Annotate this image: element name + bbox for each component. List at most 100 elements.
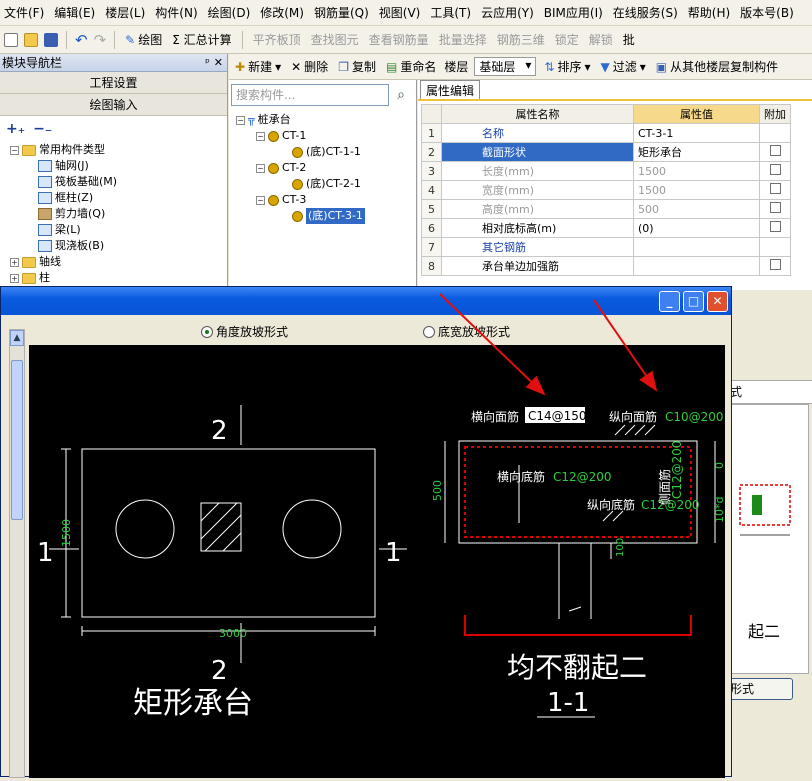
filter-button[interactable]: ▼ 过滤 ▾: [599, 57, 648, 76]
property-value[interactable]: [633, 237, 760, 257]
extra-checkbox[interactable]: [769, 164, 781, 175]
menu-file[interactable]: 文件(F): [4, 4, 44, 21]
batch-select-button[interactable]: 批量选择: [437, 30, 489, 49]
sort-button[interactable]: ⇅ 排序 ▾: [542, 57, 592, 76]
table-row[interactable]: 1 名称 CT-3-1: [421, 123, 791, 143]
table-row[interactable]: 3 长度(mm) 1500: [421, 161, 791, 181]
delete-button[interactable]: ✕ 删除: [289, 57, 330, 76]
menu-bim[interactable]: BIM应用(I): [544, 4, 603, 21]
collapse-icon[interactable]: −: [236, 115, 245, 125]
floor-select[interactable]: 基础层 ▾: [474, 57, 537, 76]
draw-button[interactable]: ✎ 绘图: [123, 30, 164, 49]
radio-angle-slope[interactable]: [201, 325, 213, 338]
table-row[interactable]: 2 截面形状 矩形承台: [421, 142, 791, 162]
minimize-icon[interactable]: _: [659, 291, 680, 312]
open-folder-icon[interactable]: [24, 32, 38, 47]
tree-item-axis[interactable]: + 轴线: [10, 254, 227, 270]
lock-button[interactable]: 锁定: [553, 30, 581, 49]
extra-checkbox[interactable]: [769, 259, 781, 270]
tree-item-ct2[interactable]: − CT-2: [236, 160, 365, 176]
collapse-icon[interactable]: −: [256, 163, 265, 173]
property-value[interactable]: 500: [633, 199, 760, 219]
tree-item-ct1[interactable]: − CT-1: [236, 128, 365, 144]
tree-item-column[interactable]: 框柱(Z): [10, 190, 227, 206]
new-component-button[interactable]: ✚ 新建 ▾: [233, 57, 283, 76]
copy-from-floor-button[interactable]: ▣ 从其他楼层复制构件: [654, 57, 780, 76]
tree-item-ct2-1[interactable]: (底)CT-2-1: [236, 176, 365, 192]
menu-draw[interactable]: 绘图(D): [208, 4, 251, 21]
table-row[interactable]: 8 承台单边加强筋: [421, 256, 791, 276]
flat-top-button[interactable]: 平齐板顶: [251, 30, 303, 49]
menu-version[interactable]: 版本号(B): [740, 4, 794, 21]
tree-item-grid[interactable]: 轴网(J): [10, 158, 227, 174]
tree-item-pillar[interactable]: + 柱: [10, 270, 227, 286]
property-value[interactable]: 矩形承台: [633, 142, 760, 162]
tab-property-edit[interactable]: 属性编辑: [420, 80, 480, 100]
menu-view[interactable]: 视图(V): [379, 4, 421, 21]
collapse-icon[interactable]: −: [256, 131, 265, 141]
search-input[interactable]: 搜索构件...: [231, 84, 389, 106]
collapse-icon[interactable]: −: [256, 195, 265, 205]
tree-item-beam[interactable]: 梁(L): [10, 222, 227, 238]
menu-modify[interactable]: 修改(M): [260, 4, 304, 21]
extra-checkbox[interactable]: [769, 202, 781, 213]
expand-all-icon[interactable]: +₊: [6, 121, 25, 137]
nav-close-icon[interactable]: ✕: [214, 56, 223, 69]
pin-icon[interactable]: ᵖ: [205, 56, 210, 69]
expand-icon[interactable]: +: [10, 257, 19, 267]
menu-component[interactable]: 构件(N): [155, 4, 197, 21]
undo-icon[interactable]: ↶: [75, 31, 88, 49]
tree-item-ct3-1[interactable]: (底)CT-3-1: [236, 208, 365, 224]
menu-tools[interactable]: 工具(T): [430, 4, 471, 21]
menu-online[interactable]: 在线服务(S): [613, 4, 678, 21]
property-value[interactable]: 1500: [633, 180, 760, 200]
expand-icon[interactable]: +: [10, 273, 19, 283]
extra-checkbox[interactable]: [769, 183, 781, 194]
table-row[interactable]: 4 宽度(mm) 1500: [421, 180, 791, 200]
scroll-up-icon[interactable]: ▲: [10, 330, 24, 346]
batch-button[interactable]: 批: [621, 30, 637, 49]
table-row[interactable]: 6 相对底标高(m) (0): [421, 218, 791, 238]
rename-button[interactable]: ▤ 重命名: [384, 57, 438, 76]
rebar-3d-button[interactable]: 钢筋三维: [495, 30, 547, 49]
tree-item-ct3[interactable]: − CT-3: [236, 192, 365, 208]
background-mode-button[interactable]: 形式: [727, 678, 793, 700]
extra-checkbox[interactable]: [769, 221, 781, 232]
extra-checkbox[interactable]: [769, 145, 781, 156]
property-value[interactable]: CT-3-1: [633, 123, 760, 143]
close-icon[interactable]: ✕: [707, 291, 728, 312]
menu-cloud[interactable]: 云应用(Y): [481, 4, 534, 21]
menu-edit[interactable]: 编辑(E): [54, 4, 95, 21]
unlock-button[interactable]: 解锁: [587, 30, 615, 49]
tree-item-shear-wall[interactable]: 剪力墙(Q): [10, 206, 227, 222]
table-row[interactable]: 5 高度(mm) 500: [421, 199, 791, 219]
tree-item-common-types[interactable]: − 常用构件类型: [10, 142, 227, 158]
radio-bottom-width-slope[interactable]: [423, 325, 435, 338]
tree-item-ct1-1[interactable]: (底)CT-1-1: [236, 144, 365, 160]
property-value[interactable]: (0): [633, 218, 760, 238]
collapse-all-icon[interactable]: −₋: [33, 121, 52, 137]
new-file-icon[interactable]: [4, 32, 18, 47]
property-value[interactable]: [633, 256, 760, 276]
nav-section-drawing-input[interactable]: 绘图输入: [0, 94, 227, 116]
view-rebar-button[interactable]: 查看钢筋量: [367, 30, 431, 49]
search-icon[interactable]: ⌕: [390, 84, 412, 106]
table-row[interactable]: 7 其它钢筋: [421, 237, 791, 257]
option-angle-slope[interactable]: 角度放坡形式: [201, 323, 288, 340]
copy-button[interactable]: ❐ 复制: [336, 57, 378, 76]
menu-rebar[interactable]: 钢筋量(Q): [314, 4, 369, 21]
calculate-button[interactable]: Σ 汇总计算: [170, 30, 233, 49]
dialog-scrollbar[interactable]: ▲: [9, 329, 25, 778]
maximize-icon[interactable]: □: [683, 291, 704, 312]
nav-section-project-settings[interactable]: 工程设置: [0, 72, 227, 94]
menu-floor[interactable]: 楼层(L): [105, 4, 145, 21]
menu-help[interactable]: 帮助(H): [688, 4, 730, 21]
property-value[interactable]: 1500: [633, 161, 760, 181]
find-element-button[interactable]: 查找图元: [309, 30, 361, 49]
tree-item-pile-cap[interactable]: − ╦ 桩承台: [236, 112, 365, 128]
tree-item-raft[interactable]: 筏板基础(M): [10, 174, 227, 190]
save-icon[interactable]: [44, 32, 58, 47]
tree-item-slab[interactable]: 现浇板(B): [10, 238, 227, 254]
scroll-thumb[interactable]: [11, 360, 23, 520]
collapse-icon[interactable]: −: [10, 145, 19, 155]
